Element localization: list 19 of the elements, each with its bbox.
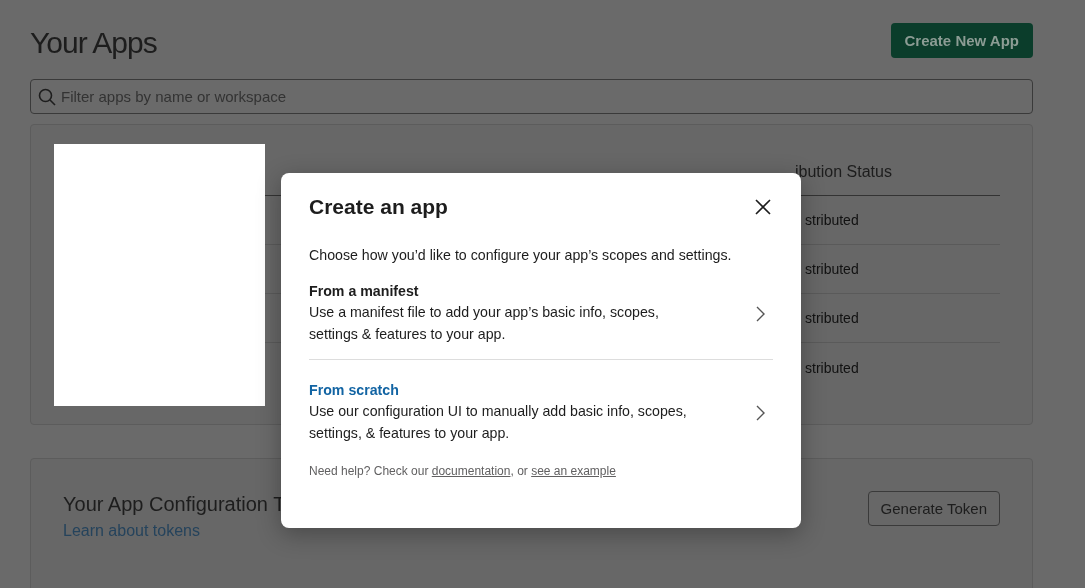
column-header: ibution Status — [795, 163, 892, 181]
dialog-intro: Choose how you’d like to configure your app’s scopes and settings. — [309, 247, 733, 263]
chevron-right-icon[interactable] — [756, 405, 765, 421]
option-description: Use our configuration UI to manually add basic info, scopes, settings, & features to your app. — [309, 402, 688, 443]
close-icon[interactable] — [755, 199, 771, 215]
option-title[interactable]: From scratch — [309, 382, 699, 398]
table-cell: stributed — [805, 310, 859, 326]
create-app-button[interactable]: Create New App — [890, 23, 1033, 58]
help-text: Need help? Check our documentation, or see an example — [309, 464, 617, 478]
page-title: Your Apps — [30, 24, 157, 60]
table-cell: stributed — [805, 359, 859, 376]
option-description: Use a manifest file to add your app’s basic info, scopes, settings & features to your app. — [309, 303, 660, 344]
option-title[interactable]: From a manifest — [309, 283, 699, 299]
example-link[interactable]: see an example — [531, 464, 616, 478]
search-icon — [38, 88, 56, 106]
table-cell: stributed — [805, 212, 859, 228]
chevron-right-icon[interactable] — [756, 306, 765, 322]
dialog-title: Create an app — [309, 195, 448, 219]
table-cell: stributed — [805, 261, 859, 277]
